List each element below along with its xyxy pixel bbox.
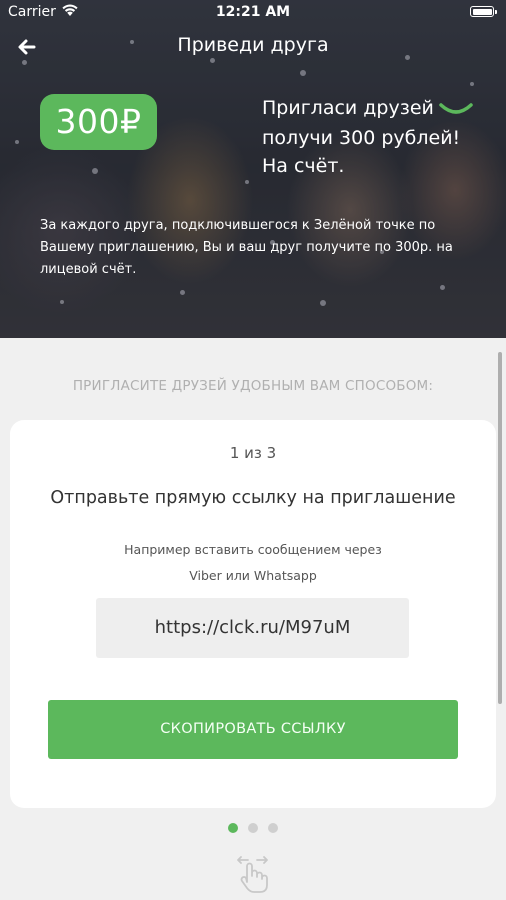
page-dot-3[interactable] <box>268 823 278 833</box>
status-bar: Carrier 12:21 AM <box>0 0 506 26</box>
copy-link-button[interactable]: СКОПИРОВАТЬ ССЫЛКУ <box>48 700 458 759</box>
price-badge: 300₽ <box>40 94 157 150</box>
promo-line-3: На счёт. <box>262 155 345 177</box>
promo-line-1: Пригласи друзей <box>262 97 434 119</box>
invite-card: 1 из 3 Отправьте прямую ссылку на пригла… <box>10 420 496 808</box>
card-heading: Отправьте прямую ссылку на приглашение <box>50 488 456 508</box>
hero-description: За каждого друга, подключившегося к Зелё… <box>40 218 453 277</box>
hero-banner: Carrier 12:21 AM Приведи друга 300₽ Приг… <box>0 0 506 338</box>
battery-icon <box>470 6 497 17</box>
card-hint-line-2: Viber или Whatsapp <box>189 568 317 583</box>
card-hint: Например вставить сообщением через Viber… <box>70 537 436 589</box>
promo-text: Пригласи друзей получи 300 рублей! На сч… <box>262 94 502 180</box>
scrollbar[interactable] <box>498 352 502 704</box>
page-title: Приведи друга <box>177 34 329 56</box>
page-dot-1[interactable] <box>228 823 238 833</box>
step-counter: 1 из 3 <box>229 444 277 462</box>
promo-line-2: получи 300 рублей! <box>262 127 461 149</box>
page-indicator[interactable] <box>0 823 506 833</box>
swipe-gesture-icon <box>233 852 273 894</box>
invite-link-field[interactable]: https://clck.ru/M97uM <box>96 598 409 658</box>
page-dot-2[interactable] <box>248 823 258 833</box>
card-hint-line-1: Например вставить сообщением через <box>124 542 382 557</box>
invite-caption: ПРИГЛАСИТЕ ДРУЗЕЙ УДОБНЫМ ВАМ СПОСОБОМ: <box>72 378 434 394</box>
status-time: 12:21 AM <box>215 4 291 20</box>
smile-icon <box>438 96 474 124</box>
